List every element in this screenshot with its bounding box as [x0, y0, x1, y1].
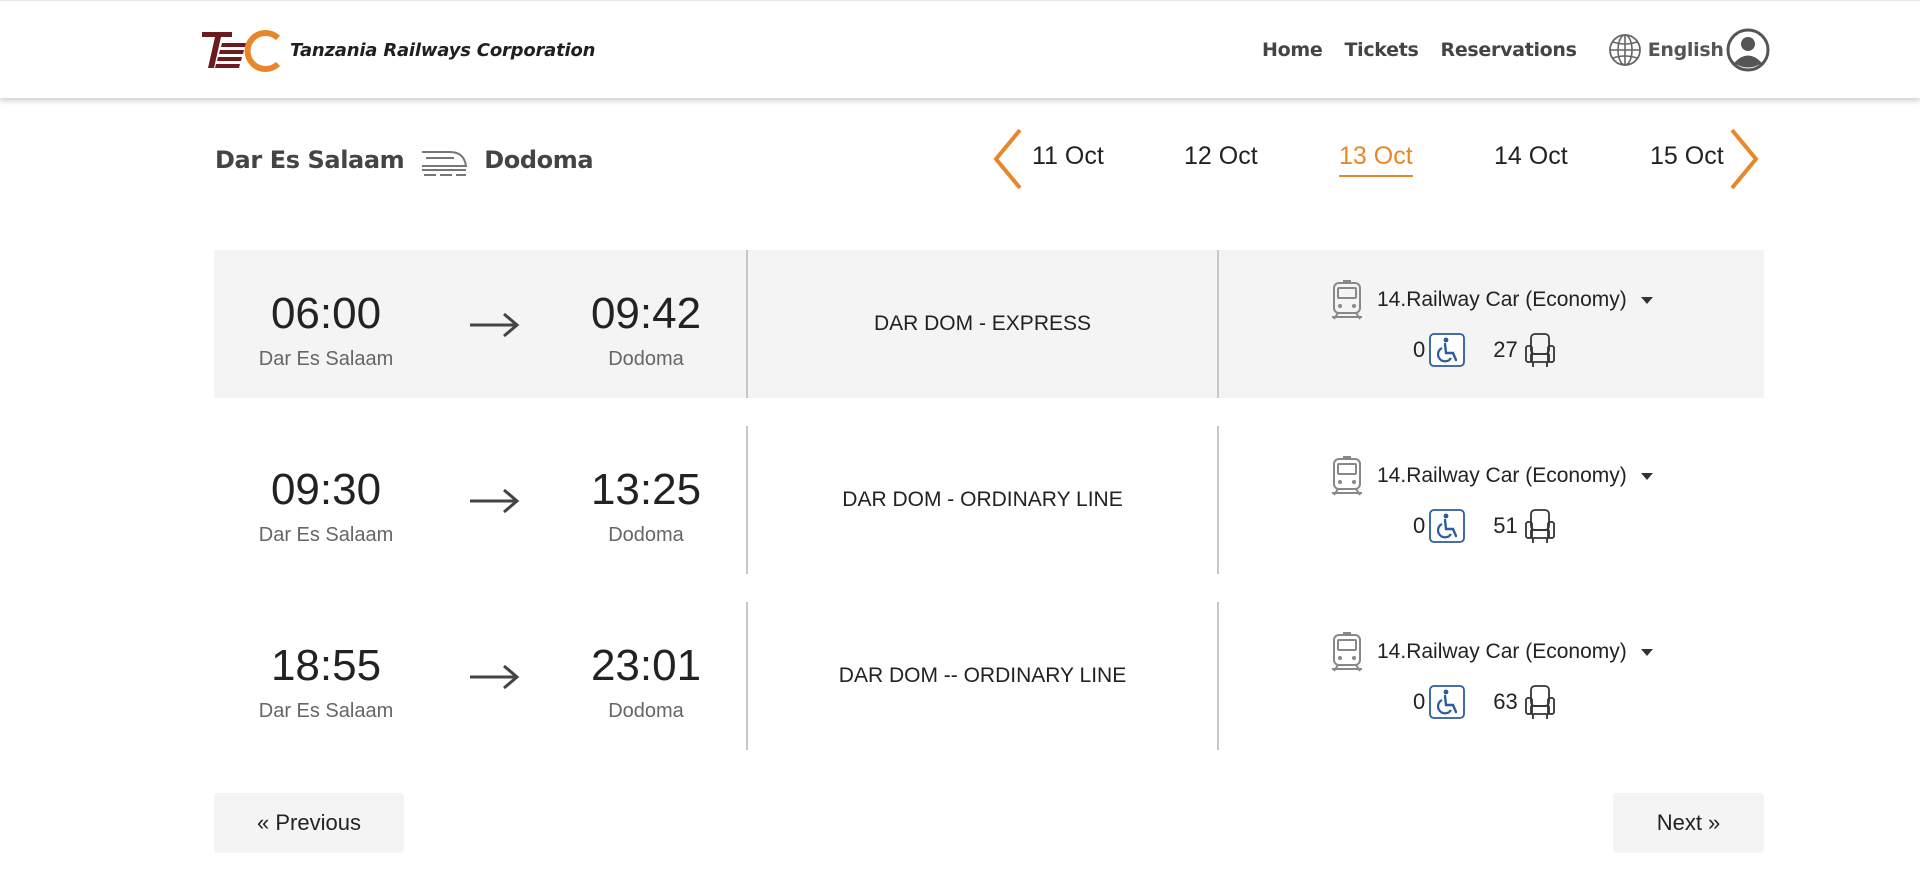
chevron-right-icon[interactable]: [1724, 126, 1764, 192]
nav-reservations[interactable]: Reservations: [1441, 39, 1577, 61]
arrival-station: Dodoma: [608, 700, 684, 722]
arrow-right-icon: [470, 664, 520, 690]
nav-tickets[interactable]: Tickets: [1344, 39, 1418, 61]
railway-car-icon: [1332, 632, 1362, 672]
route-destination: Dodoma: [484, 146, 594, 174]
arrival: 13:25 Dodoma: [546, 468, 746, 547]
arrival-station: Dodoma: [608, 524, 684, 546]
train-name: DAR DOM - ORDINARY LINE: [842, 488, 1123, 511]
caret-down-icon: [1640, 472, 1653, 480]
nav-home[interactable]: Home: [1262, 39, 1323, 61]
route-origin: Dar Es Salaam: [215, 146, 405, 174]
wheelchair-icon: [1429, 333, 1466, 367]
seat-icon: [1524, 685, 1555, 719]
arrival-time: 13:25: [590, 465, 702, 514]
train-name: DAR DOM - EXPRESS: [873, 312, 1092, 335]
departure: 18:55 Dar Es Salaam: [226, 644, 426, 723]
date-option[interactable]: 15 Oct: [1650, 142, 1724, 175]
trip-row[interactable]: 09:30 Dar Es Salaam 13:25 Dodoma DAR DOM…: [214, 426, 1764, 574]
trc-logo-icon: [202, 30, 281, 72]
seat-icon: [1524, 509, 1555, 543]
departure-station: Dar Es Salaam: [258, 348, 394, 370]
car-class-dropdown[interactable]: 14.Railway Car (Economy): [1331, 280, 1653, 320]
trip-row[interactable]: 18:55 Dar Es Salaam 23:01 Dodoma DAR DOM…: [214, 602, 1764, 750]
car-section: 14.Railway Car (Economy) 0 63: [1219, 602, 1764, 750]
accessible-seat-count: 0: [1413, 513, 1426, 538]
arrival: 09:42 Dodoma: [546, 292, 746, 371]
car-class-label: 14.Railway Car (Economy): [1377, 464, 1627, 487]
departure-time: 09:30: [270, 465, 382, 514]
brand-name: Tanzania Railways Corporation: [290, 39, 596, 61]
date-selector: 11 Oct 12 Oct 13 Oct 14 Oct 15 Oct: [988, 126, 1764, 192]
arrival-time: 23:01: [590, 641, 702, 690]
car-class-label: 14.Railway Car (Economy): [1377, 640, 1627, 663]
car-class-dropdown[interactable]: 14.Railway Car (Economy): [1331, 632, 1653, 672]
car-class-dropdown[interactable]: 14.Railway Car (Economy): [1331, 456, 1653, 496]
departure-station: Dar Es Salaam: [258, 524, 394, 546]
accessible-seat-count: 0: [1413, 337, 1426, 362]
train-name: DAR DOM -- ORDINARY LINE: [838, 664, 1127, 687]
seat-availability: 0 51: [1413, 508, 1556, 544]
departure-time: 18:55: [270, 641, 382, 690]
seat-icon: [1524, 333, 1555, 367]
caret-down-icon: [1640, 296, 1653, 304]
arrival-time: 09:42: [590, 289, 702, 338]
departure: 09:30 Dar Es Salaam: [226, 468, 426, 547]
next-page-button[interactable]: Next »: [1613, 793, 1764, 853]
railway-car-icon: [1332, 280, 1362, 320]
date-option[interactable]: 14 Oct: [1494, 142, 1568, 175]
arrival-station: Dodoma: [608, 348, 684, 370]
date-option[interactable]: 12 Oct: [1184, 142, 1258, 175]
seat-availability: 0 63: [1413, 684, 1556, 720]
previous-page-button[interactable]: « Previous: [214, 793, 404, 853]
main-nav: Home Tickets Reservations English: [1262, 1, 1724, 99]
train-icon: [422, 151, 468, 176]
railway-car-icon: [1332, 456, 1362, 496]
regular-seat-count: 51: [1493, 513, 1518, 538]
car-class-label: 14.Railway Car (Economy): [1377, 288, 1627, 311]
regular-seat-count: 63: [1493, 689, 1518, 714]
site-header: Tanzania Railways Corporation Home Ticke…: [0, 0, 1920, 98]
chevron-left-icon[interactable]: [988, 126, 1028, 192]
arrival: 23:01 Dodoma: [546, 644, 746, 723]
trip-row[interactable]: 06:00 Dar Es Salaam 09:42 Dodoma DAR DOM…: [214, 250, 1764, 398]
wheelchair-icon: [1429, 509, 1466, 543]
departure-station: Dar Es Salaam: [258, 700, 394, 722]
date-option-selected[interactable]: 13 Oct: [1339, 142, 1413, 177]
accessible-seat-count: 0: [1413, 689, 1426, 714]
brand-logo[interactable]: Tanzania Railways Corporation: [200, 28, 595, 72]
route-summary: Dar Es Salaam Dodoma: [215, 140, 594, 180]
arrow-right-icon: [470, 312, 520, 338]
car-section: 14.Railway Car (Economy) 0 27: [1219, 250, 1764, 398]
departure-time: 06:00: [270, 289, 382, 338]
date-option[interactable]: 11 Oct: [1032, 142, 1104, 175]
arrow-right-icon: [470, 488, 520, 514]
globe-icon: [1608, 34, 1641, 66]
car-section: 14.Railway Car (Economy) 0 51: [1219, 426, 1764, 574]
wheelchair-icon: [1429, 685, 1466, 719]
regular-seat-count: 27: [1493, 337, 1518, 362]
caret-down-icon: [1640, 648, 1653, 656]
user-avatar-icon[interactable]: [1726, 28, 1770, 72]
seat-availability: 0 27: [1413, 332, 1556, 368]
language-selector[interactable]: English: [1607, 32, 1724, 68]
departure: 06:00 Dar Es Salaam: [226, 292, 426, 371]
language-label: English: [1647, 39, 1724, 61]
